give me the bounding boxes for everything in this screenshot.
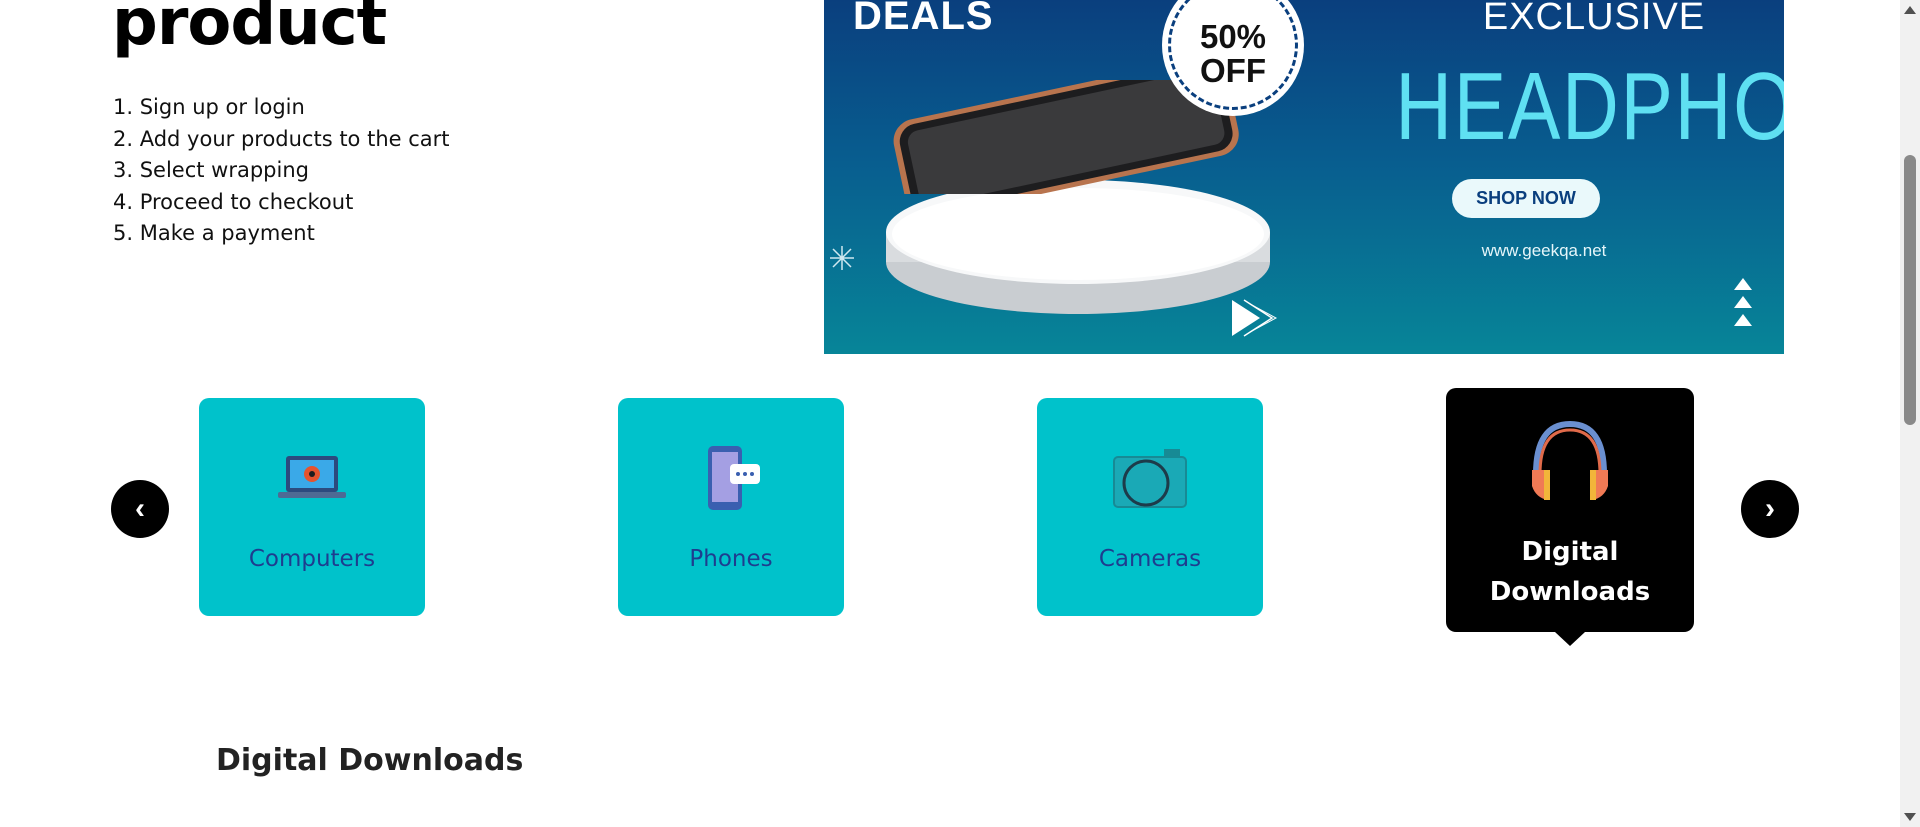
shop-now-button[interactable]: SHOP NOW (1452, 179, 1600, 218)
scrollbar-thumb[interactable] (1904, 155, 1916, 425)
step-item: 4. Proceed to checkout (113, 189, 354, 214)
carousel-prev-button[interactable]: ‹ (111, 480, 169, 538)
sparkle-icon (830, 246, 854, 270)
step-item: 2. Add your products to the cart (113, 126, 450, 151)
camera-icon (1110, 440, 1190, 520)
carousel-next-button[interactable]: › (1741, 480, 1799, 538)
category-card-phones[interactable]: Phones (618, 398, 844, 616)
promo-banner[interactable]: DEALS 50% OFF EXCLUSIVE HEADPHONE SHOP N… (824, 0, 1784, 354)
phone-chat-icon (691, 440, 771, 520)
category-card-digital-downloads[interactable]: Digital Downloads (1446, 388, 1694, 632)
category-card-computers[interactable]: Computers (199, 398, 425, 616)
category-label: Phones (689, 546, 773, 572)
scrollbar[interactable] (1900, 0, 1920, 827)
step-item: 5. Make a payment (113, 221, 315, 245)
step-item: 3. Select wrapping (113, 158, 309, 182)
banner-site-url: www.geekqa.net (1481, 241, 1607, 260)
step-item: 1. Sign up or login (113, 95, 305, 119)
banner-deals-text: DEALS (853, 0, 994, 38)
banner-headline: HEADPHONE (1395, 53, 1784, 160)
category-label: Digital Downloads (1489, 537, 1651, 607)
scroll-up-icon[interactable] (1904, 6, 1916, 14)
section-title: Digital Downloads (216, 743, 524, 778)
page-title: product (112, 0, 387, 60)
banner-exclusive-text: EXCLUSIVE (1482, 0, 1706, 38)
active-pointer (1555, 632, 1585, 646)
headphones-icon (1522, 414, 1618, 510)
play-arrows-icon (1232, 299, 1278, 337)
category-label: Cameras (1098, 546, 1202, 572)
badge-off: OFF (1200, 52, 1266, 89)
badge-percent: 50% (1199, 18, 1267, 55)
triangles-icon (1734, 278, 1752, 326)
category-label: Computers (248, 546, 376, 572)
steps-list: 1. Sign up or login 2. Add your products… (113, 92, 450, 250)
laptop-icon (272, 440, 352, 520)
scroll-down-icon[interactable] (1904, 813, 1916, 821)
category-card-cameras[interactable]: Cameras (1037, 398, 1263, 616)
